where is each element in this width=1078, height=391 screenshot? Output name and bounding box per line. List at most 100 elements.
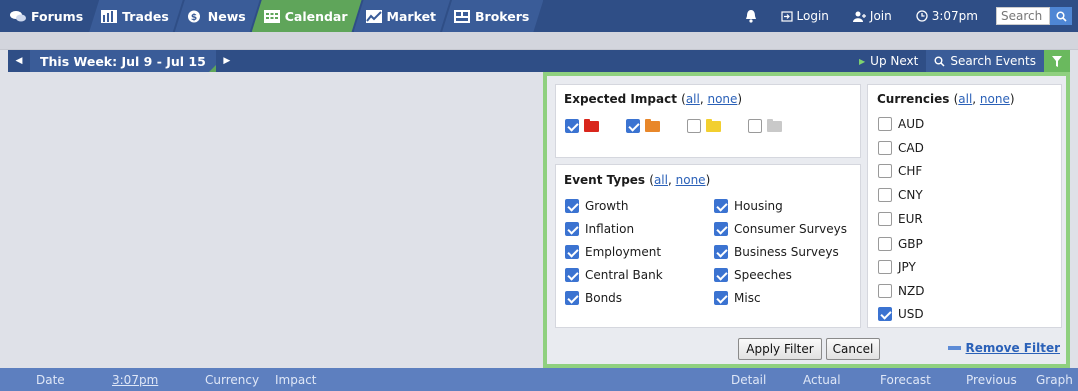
col-previous[interactable]: Previous	[966, 373, 1017, 387]
impact-nonecon-checkbox[interactable]	[748, 119, 762, 133]
event-type-growth[interactable]: Growth	[565, 199, 628, 213]
chf-checkbox[interactable]	[878, 164, 892, 178]
col-graph[interactable]: Graph	[1036, 373, 1073, 387]
currency-cny[interactable]: CNY	[878, 188, 923, 202]
inflation-label: Inflation	[585, 222, 635, 236]
nav-right: Login Join 3:07pm Search	[733, 0, 1078, 32]
currencies-heading: Currencies (all, none)	[877, 92, 1015, 106]
tab-calendar-label: Calendar	[284, 8, 348, 24]
business-surveys-label: Business Surveys	[734, 245, 839, 259]
currencies-all-link[interactable]: all	[958, 92, 972, 106]
event-type-speeches[interactable]: Speeches	[714, 268, 792, 282]
impact-high[interactable]	[565, 118, 599, 133]
tab-calendar[interactable]: Calendar	[252, 0, 362, 32]
col-impact[interactable]: Impact	[275, 373, 317, 387]
brokers-icon	[454, 10, 470, 23]
cny-checkbox[interactable]	[878, 188, 892, 202]
speeches-checkbox[interactable]	[714, 268, 728, 282]
join-link[interactable]: Join	[841, 9, 904, 23]
currency-nzd[interactable]: NZD	[878, 284, 924, 298]
gbp-checkbox[interactable]	[878, 237, 892, 251]
currency-aud[interactable]: AUD	[878, 117, 924, 131]
central-bank-checkbox[interactable]	[565, 268, 579, 282]
currency-chf[interactable]: CHF	[878, 164, 922, 178]
filter-actions: Apply Filter Cancel Remove Filter	[551, 338, 1062, 364]
impact-all-link[interactable]: all	[686, 92, 700, 106]
bonds-checkbox[interactable]	[565, 291, 579, 305]
currencies-none-link[interactable]: none	[980, 92, 1010, 106]
jpy-label: JPY	[898, 260, 916, 274]
sub-header-strip	[0, 32, 1078, 50]
tab-market[interactable]: Market	[354, 0, 450, 32]
jpy-checkbox[interactable]	[878, 260, 892, 274]
impact-nonecon[interactable]	[748, 118, 782, 133]
search-button[interactable]	[1050, 7, 1072, 25]
aud-checkbox[interactable]	[878, 117, 892, 131]
impact-low-checkbox[interactable]	[687, 119, 701, 133]
event-type-business-surveys[interactable]: Business Surveys	[714, 245, 839, 259]
currency-eur[interactable]: EUR	[878, 212, 923, 226]
col-currency[interactable]: Currency	[205, 373, 259, 387]
event-type-bonds[interactable]: Bonds	[565, 291, 622, 305]
growth-checkbox[interactable]	[565, 199, 579, 213]
event-type-central-bank[interactable]: Central Bank	[565, 268, 663, 282]
business-surveys-checkbox[interactable]	[714, 245, 728, 259]
col-time[interactable]: 3:07pm	[112, 373, 158, 387]
cad-checkbox[interactable]	[878, 141, 892, 155]
up-next-button[interactable]: ▶ Up Next	[851, 50, 926, 72]
search-events-button[interactable]: Search Events	[926, 50, 1044, 72]
col-date[interactable]: Date	[36, 373, 65, 387]
chf-label: CHF	[898, 164, 923, 178]
next-week-button[interactable]: ▶	[216, 50, 238, 72]
employment-checkbox[interactable]	[565, 245, 579, 259]
currency-usd[interactable]: USD	[878, 307, 924, 321]
tab-trades[interactable]: Trades	[89, 0, 183, 32]
login-link[interactable]: Login	[769, 9, 841, 23]
event-type-consumer-surveys[interactable]: Consumer Surveys	[714, 222, 847, 236]
event-type-housing[interactable]: Housing	[714, 199, 783, 213]
housing-checkbox[interactable]	[714, 199, 728, 213]
col-forecast[interactable]: Forecast	[880, 373, 931, 387]
gbp-label: GBP	[898, 237, 923, 251]
nzd-checkbox[interactable]	[878, 284, 892, 298]
impact-medium[interactable]	[626, 118, 660, 133]
event-types-title: Event Types	[564, 173, 646, 187]
apply-filter-button[interactable]: Apply Filter	[738, 338, 822, 360]
event-types-all-link[interactable]: all	[654, 173, 668, 187]
join-label: Join	[869, 9, 892, 23]
tab-brokers[interactable]: Brokers	[442, 0, 543, 32]
tab-forums[interactable]: Forums	[0, 0, 97, 32]
impact-medium-checkbox[interactable]	[626, 119, 640, 133]
impact-high-folder-icon	[584, 118, 599, 132]
inflation-checkbox[interactable]	[565, 222, 579, 236]
event-type-inflation[interactable]: Inflation	[565, 222, 634, 236]
cny-label: CNY	[898, 188, 923, 202]
prev-week-button[interactable]: ◀	[8, 50, 30, 72]
impact-none-link[interactable]: none	[707, 92, 737, 106]
currency-gbp[interactable]: GBP	[878, 237, 923, 251]
consumer-surveys-checkbox[interactable]	[714, 222, 728, 236]
tab-news[interactable]: $ News	[175, 0, 260, 32]
impact-medium-folder-icon	[645, 118, 660, 132]
calendar-icon	[264, 10, 280, 23]
filter-button[interactable]	[1044, 50, 1070, 72]
cancel-button[interactable]: Cancel	[826, 338, 880, 360]
week-title[interactable]: This Week: Jul 9 - Jul 15	[30, 50, 216, 72]
col-detail[interactable]: Detail	[731, 373, 766, 387]
calendar-empty-area	[8, 72, 543, 368]
cad-label: CAD	[898, 141, 924, 155]
eur-checkbox[interactable]	[878, 212, 892, 226]
usd-checkbox[interactable]	[878, 307, 892, 321]
event-type-misc[interactable]: Misc	[714, 291, 761, 305]
search-input[interactable]: Search	[996, 7, 1050, 25]
event-types-none-link[interactable]: none	[676, 173, 706, 187]
impact-low[interactable]	[687, 118, 721, 133]
event-type-employment[interactable]: Employment	[565, 245, 661, 259]
currency-jpy[interactable]: JPY	[878, 260, 916, 274]
col-actual[interactable]: Actual	[803, 373, 841, 387]
remove-filter-link[interactable]: Remove Filter	[947, 341, 1060, 355]
impact-high-checkbox[interactable]	[565, 119, 579, 133]
misc-checkbox[interactable]	[714, 291, 728, 305]
currency-cad[interactable]: CAD	[878, 141, 924, 155]
notifications-button[interactable]	[733, 9, 769, 23]
